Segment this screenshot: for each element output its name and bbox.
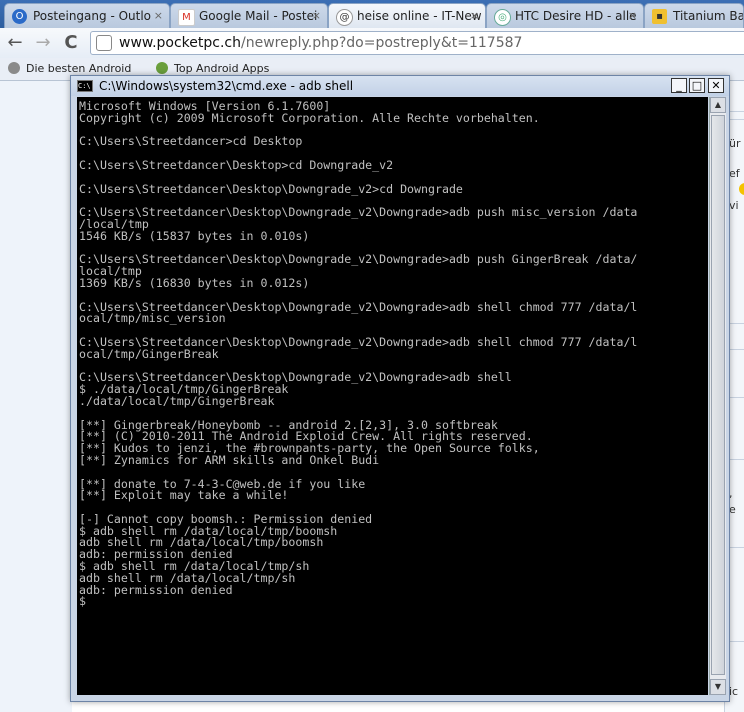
tab-label: Posteingang - Outlo	[33, 9, 152, 23]
web-page-left-margin	[0, 81, 72, 712]
reload-icon[interactable]: C	[60, 32, 82, 54]
bookmark-label: Top Android Apps	[174, 62, 270, 75]
tab-label: Google Mail - Postei	[199, 9, 318, 23]
outlook-icon: O	[12, 9, 27, 24]
heise-icon: @	[336, 9, 353, 26]
close-icon[interactable]: ×	[154, 9, 163, 22]
tab-label: Titanium Back	[673, 9, 744, 23]
close-icon[interactable]: ×	[470, 9, 479, 22]
tab-label: heise online - IT-New	[357, 9, 482, 23]
android-icon	[156, 62, 168, 74]
cmd-title: C:\Windows\system32\cmd.exe - adb shell	[99, 79, 354, 93]
page-icon	[96, 35, 112, 51]
android-icon	[8, 62, 20, 74]
bookmark-label: Die besten Android	[26, 62, 132, 75]
bookmark-item[interactable]: Die besten Android	[8, 62, 131, 75]
scroll-up-icon[interactable]: ▲	[710, 97, 726, 113]
address-bar[interactable]: www.pocketpc.ch/newreply.php?do=postrepl…	[90, 31, 744, 55]
warning-icon	[739, 183, 744, 195]
gmail-icon: M	[178, 9, 195, 26]
back-arrow-icon[interactable]: ←	[4, 32, 26, 54]
tab-label: HTC Desire HD - alle	[515, 9, 637, 23]
scroll-down-icon[interactable]: ▼	[710, 679, 726, 695]
close-button[interactable]: ✕	[708, 78, 724, 93]
url-text: www.pocketpc.ch/newreply.php?do=postrepl…	[119, 35, 522, 51]
page-text-snippet: vi	[729, 199, 739, 212]
scrollbar-thumb[interactable]	[711, 115, 725, 675]
url-path: /newreply.php?do=postreply&t=117587	[240, 35, 523, 51]
page-text-snippet: ef	[729, 167, 740, 180]
url-host: www.pocketpc.ch	[119, 35, 241, 51]
cmd-titlebar[interactable]: C:\ C:\Windows\system32\cmd.exe - adb sh…	[71, 76, 729, 96]
tab-gmail[interactable]: M Google Mail - Postei ×	[170, 3, 328, 28]
page-text-snippet: ic	[729, 685, 739, 698]
vertical-scrollbar[interactable]: ▲ ▼	[709, 97, 726, 695]
page-text-snippet: ür	[729, 137, 741, 150]
forward-arrow-icon[interactable]: →	[32, 32, 54, 54]
cmd-window[interactable]: C:\ C:\Windows\system32\cmd.exe - adb sh…	[70, 75, 730, 702]
cmd-icon: C:\	[77, 80, 93, 92]
maximize-button[interactable]: □	[689, 78, 705, 93]
cmd-console[interactable]: Microsoft Windows [Version 6.1.7600] Cop…	[77, 97, 708, 695]
tab-htc[interactable]: ◎ HTC Desire HD - alle ×	[486, 3, 644, 28]
close-icon[interactable]: ×	[628, 9, 637, 22]
minimize-button[interactable]: _	[671, 78, 687, 93]
tab-titanium[interactable]: ▪ Titanium Back	[644, 3, 744, 28]
tab-outlook[interactable]: O Posteingang - Outlo ×	[4, 3, 170, 28]
console-output: Microsoft Windows [Version 6.1.7600] Cop…	[79, 99, 638, 609]
htc-icon: ◎	[494, 9, 511, 26]
tab-heise[interactable]: @ heise online - IT-New ×	[328, 3, 486, 28]
titanium-icon: ▪	[652, 9, 667, 24]
browser-tabstrip: O Posteingang - Outlo × M Google Mail - …	[0, 0, 744, 28]
browser-toolbar: ← → C www.pocketpc.ch/newreply.php?do=po…	[0, 28, 744, 58]
page-text-snippet: e	[729, 503, 736, 516]
bookmark-item[interactable]: Top Android Apps	[156, 62, 269, 75]
close-icon[interactable]: ×	[312, 9, 321, 22]
